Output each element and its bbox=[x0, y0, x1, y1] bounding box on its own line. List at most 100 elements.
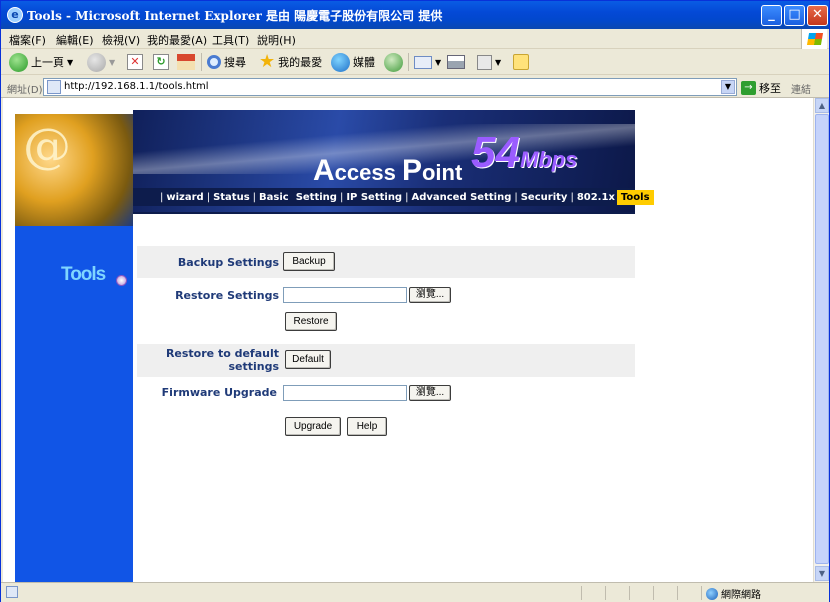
nav-security[interactable]: Security bbox=[521, 192, 568, 203]
address-url: http://192.168.1.1/tools.html bbox=[64, 81, 209, 92]
nav-advanced-setting[interactable]: Advanced Setting bbox=[411, 192, 511, 203]
menu-edit[interactable]: 編輯(E) bbox=[56, 32, 94, 48]
stop-icon: ✕ bbox=[127, 54, 143, 70]
header-art-image: @ bbox=[15, 114, 133, 226]
page-viewport: @ Tools Access Point 54Mbps | wizard | St… bbox=[3, 98, 813, 582]
refresh-icon: ↻ bbox=[153, 54, 169, 70]
menu-file[interactable]: 檔案(F) bbox=[9, 32, 46, 48]
favorites-label: 我的最愛 bbox=[278, 56, 323, 69]
close-button[interactable]: ✕ bbox=[807, 5, 828, 26]
nav-tools[interactable]: Tools bbox=[616, 189, 654, 205]
zone-label: 網際網路 bbox=[721, 590, 761, 601]
restore-button[interactable]: Restore bbox=[285, 312, 337, 331]
history-button[interactable] bbox=[384, 52, 403, 72]
search-label: 搜尋 bbox=[224, 56, 246, 69]
menu-view[interactable]: 檢視(V) bbox=[102, 32, 140, 48]
chevron-down-icon[interactable]: ▼ bbox=[721, 80, 735, 94]
status-bar: 網際網路 bbox=[1, 582, 829, 602]
toolbar: 上一頁 ▼ ▼ ✕ ↻ 搜尋 ★ 我的最愛 媒體 ▼ ▼ bbox=[1, 49, 829, 75]
chevron-down-icon: ▼ bbox=[435, 57, 442, 67]
menu-tools[interactable]: 工具(T) bbox=[212, 32, 249, 48]
firmware-row: Firmware Upgrade 瀏覽... Upgrade Help bbox=[137, 382, 635, 442]
media-button[interactable]: 媒體 bbox=[331, 52, 375, 72]
nav-8021x[interactable]: 802.1x bbox=[577, 192, 615, 203]
window-title: Tools - Microsoft Internet Explorer 是由 陽… bbox=[27, 9, 443, 23]
print-icon bbox=[447, 55, 465, 69]
chevron-down-icon: ▼ bbox=[495, 57, 502, 67]
windows-logo-icon bbox=[801, 29, 827, 49]
title-bar: e Tools - Microsoft Internet Explorer 是由… bbox=[1, 1, 829, 29]
top-nav: | wizard | Status | Basic Setting | IP Sett… bbox=[133, 188, 654, 206]
nav-wizard[interactable]: wizard bbox=[166, 192, 203, 203]
sidebar-title: Tools bbox=[61, 264, 106, 285]
note-icon bbox=[513, 54, 529, 70]
links-button[interactable]: 連結 bbox=[791, 81, 811, 96]
forward-button[interactable]: ▼ bbox=[87, 52, 115, 72]
nav-ip-setting[interactable]: IP Setting bbox=[346, 192, 402, 203]
go-label: 移至 bbox=[759, 82, 781, 95]
ie-icon: e bbox=[7, 7, 23, 23]
page-icon bbox=[47, 80, 61, 94]
page-status-icon bbox=[6, 586, 18, 598]
restore-browse-button[interactable]: 瀏覽... bbox=[409, 287, 451, 303]
star-icon: ★ bbox=[259, 51, 276, 72]
edit-icon bbox=[477, 54, 492, 70]
address-input[interactable]: http://192.168.1.1/tools.html bbox=[43, 78, 737, 96]
mail-icon bbox=[414, 55, 432, 69]
security-zone: 網際網路 bbox=[706, 586, 761, 601]
restore-label: Restore Settings bbox=[175, 289, 279, 302]
forward-arrow-icon bbox=[87, 52, 106, 72]
globe-icon bbox=[706, 587, 718, 600]
menu-help[interactable]: 說明(H) bbox=[257, 32, 296, 48]
address-label: 網址(D) bbox=[7, 85, 43, 96]
firmware-file-input[interactable] bbox=[283, 385, 407, 401]
restore-file-input[interactable] bbox=[283, 287, 407, 303]
backup-button[interactable]: Backup bbox=[283, 252, 335, 271]
nav-basic-setting[interactable]: Basic Setting bbox=[259, 192, 337, 203]
refresh-button[interactable]: ↻ bbox=[153, 52, 169, 72]
media-label: 媒體 bbox=[353, 56, 375, 69]
banner-title: Access Point bbox=[313, 154, 463, 187]
nav-status[interactable]: Status bbox=[213, 192, 250, 203]
restore-row: Restore Settings 瀏覽... Restore bbox=[137, 284, 635, 334]
upgrade-button[interactable]: Upgrade bbox=[285, 417, 341, 436]
mail-button[interactable]: ▼ bbox=[414, 52, 441, 72]
home-button[interactable] bbox=[177, 52, 195, 72]
go-arrow-icon: → bbox=[741, 81, 756, 95]
left-sidebar: @ bbox=[15, 114, 133, 582]
home-icon bbox=[177, 54, 195, 70]
back-label: 上一頁 bbox=[31, 56, 64, 69]
default-button[interactable]: Default bbox=[285, 350, 331, 369]
messenger-button[interactable] bbox=[513, 52, 529, 72]
print-button[interactable] bbox=[447, 52, 465, 72]
browser-window: e Tools - Microsoft Internet Explorer 是由… bbox=[0, 0, 830, 602]
scroll-down-icon[interactable]: ▼ bbox=[815, 566, 829, 581]
stop-button[interactable]: ✕ bbox=[127, 52, 143, 72]
back-button[interactable]: 上一頁 ▼ bbox=[9, 52, 73, 72]
edit-button[interactable]: ▼ bbox=[477, 52, 501, 72]
backup-row: Backup Settings Backup bbox=[137, 246, 635, 278]
default-label: Restore to default settings bbox=[165, 347, 279, 373]
search-icon bbox=[207, 55, 221, 69]
scroll-up-icon[interactable]: ▲ bbox=[815, 98, 829, 113]
scroll-thumb[interactable] bbox=[815, 114, 829, 564]
maximize-button[interactable]: □ bbox=[784, 5, 805, 26]
minimize-button[interactable]: _ bbox=[761, 5, 782, 26]
favorites-button[interactable]: ★ 我的最愛 bbox=[259, 52, 322, 72]
chevron-down-icon: ▼ bbox=[109, 57, 116, 67]
address-bar: 網址(D) http://192.168.1.1/tools.html ▼ → … bbox=[1, 76, 829, 98]
default-row: Restore to default settings Default bbox=[137, 344, 635, 377]
vertical-scrollbar[interactable]: ▲ ▼ bbox=[813, 98, 829, 582]
back-arrow-icon bbox=[9, 52, 28, 72]
firmware-label: Firmware Upgrade bbox=[161, 386, 277, 399]
firmware-browse-button[interactable]: 瀏覽... bbox=[409, 385, 451, 401]
bullet-dot-icon bbox=[116, 275, 127, 286]
search-button[interactable]: 搜尋 bbox=[207, 52, 246, 72]
help-button[interactable]: Help bbox=[347, 417, 387, 436]
go-button[interactable]: → 移至 bbox=[741, 80, 781, 96]
backup-label: Backup Settings bbox=[177, 256, 279, 269]
media-icon bbox=[331, 52, 350, 72]
menu-favorites[interactable]: 我的最愛(A) bbox=[147, 32, 207, 48]
history-icon bbox=[384, 52, 403, 72]
menu-bar: 檔案(F) 編輯(E) 檢視(V) 我的最愛(A) 工具(T) 說明(H) bbox=[1, 29, 829, 49]
